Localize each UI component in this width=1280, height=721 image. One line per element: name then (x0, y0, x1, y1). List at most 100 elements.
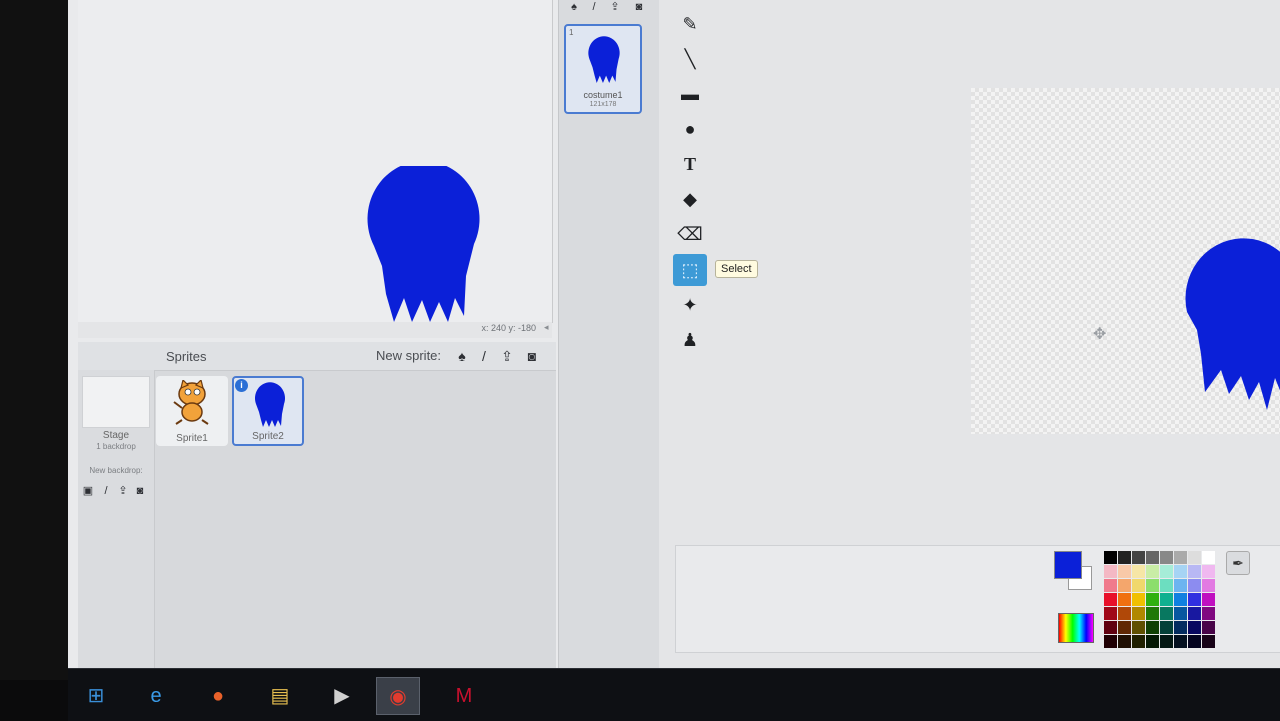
palette-color-swatch[interactable] (1160, 593, 1173, 606)
primary-color-swatch[interactable] (1054, 551, 1082, 579)
palette-color-swatch[interactable] (1132, 635, 1145, 648)
palette-color-swatch[interactable] (1146, 593, 1159, 606)
palette-color-swatch[interactable] (1146, 621, 1159, 634)
firefox-task[interactable]: ● (196, 677, 240, 715)
paint-costume-icon[interactable]: / (586, 0, 602, 14)
chrome-task[interactable]: ◉ (376, 677, 420, 715)
palette-color-swatch[interactable] (1132, 621, 1145, 634)
palette-color-swatch[interactable] (1188, 635, 1201, 648)
file-explorer-task[interactable]: ▤ (258, 677, 302, 715)
palette-color-swatch[interactable] (1118, 635, 1131, 648)
paint-canvas[interactable]: ✥ (971, 88, 1280, 434)
palette-color-swatch[interactable] (1146, 635, 1159, 648)
text-icon[interactable]: T (673, 148, 707, 180)
stamp-icon[interactable]: ♟ (673, 324, 707, 356)
palette-color-swatch[interactable] (1174, 551, 1187, 564)
palette-color-swatch[interactable] (1118, 579, 1131, 592)
stage[interactable] (78, 0, 553, 323)
palette-color-swatch[interactable] (1202, 593, 1215, 606)
camera-icon[interactable]: ◙ (523, 347, 541, 365)
palette-color-swatch[interactable] (1174, 621, 1187, 634)
palette-color-swatch[interactable] (1160, 565, 1173, 578)
palette-color-swatch[interactable] (1174, 607, 1187, 620)
line-icon[interactable]: ╲ (673, 43, 707, 75)
canvas-jellyfish[interactable] (1183, 234, 1280, 410)
palette-color-swatch[interactable] (1132, 579, 1145, 592)
costume-tile[interactable]: 1 costume1 121x178 (564, 24, 642, 114)
info-icon[interactable]: i (235, 379, 248, 392)
palette-color-swatch[interactable] (1202, 579, 1215, 592)
paint-backdrop-icon[interactable]: / (98, 484, 114, 498)
palette-color-swatch[interactable] (1146, 551, 1159, 564)
mcafee-task[interactable]: M (442, 677, 486, 715)
palette-color-swatch[interactable] (1104, 565, 1117, 578)
palette-color-swatch[interactable] (1202, 565, 1215, 578)
select-tooltip: Select (715, 260, 758, 278)
monitor-bezel (0, 0, 68, 680)
palette-color-swatch[interactable] (1202, 607, 1215, 620)
palette-color-swatch[interactable] (1174, 635, 1187, 648)
palette-color-swatch[interactable] (1132, 565, 1145, 578)
palette-color-swatch[interactable] (1132, 593, 1145, 606)
palette-color-swatch[interactable] (1146, 607, 1159, 620)
upload-backdrop-icon[interactable]: ⇪ (115, 484, 131, 498)
palette-color-swatch[interactable] (1160, 551, 1173, 564)
camera-backdrop-icon[interactable]: ◙ (132, 484, 148, 498)
palette-color-swatch[interactable] (1104, 621, 1117, 634)
palette-color-swatch[interactable] (1146, 565, 1159, 578)
fill-icon[interactable]: ◆ (673, 183, 707, 215)
camera-costume-icon[interactable]: ◙ (631, 0, 647, 14)
brush-icon[interactable]: ✎ (673, 8, 707, 40)
rectangle-icon[interactable]: ▬ (673, 78, 707, 110)
palette-color-swatch[interactable] (1188, 579, 1201, 592)
palette-color-swatch[interactable] (1118, 621, 1131, 634)
arrow-left-icon[interactable]: ◂ (544, 322, 552, 338)
paint-new-icon[interactable]: / (475, 347, 493, 365)
color-spectrum-button[interactable] (1058, 613, 1094, 643)
select-icon[interactable]: ⬚ (673, 254, 707, 286)
palette-color-swatch[interactable] (1188, 565, 1201, 578)
palette-color-swatch[interactable] (1174, 593, 1187, 606)
palette-color-swatch[interactable] (1202, 621, 1215, 634)
palette-color-swatch[interactable] (1132, 607, 1145, 620)
palette-color-swatch[interactable] (1202, 551, 1215, 564)
palette-color-swatch[interactable] (1174, 565, 1187, 578)
upload-icon[interactable]: ⇪ (498, 347, 516, 365)
palette-color-swatch[interactable] (1104, 579, 1117, 592)
palette-color-swatch[interactable] (1188, 551, 1201, 564)
eyedropper-icon[interactable]: ✒ (1226, 551, 1250, 575)
start-button[interactable]: ⊞ (74, 677, 118, 715)
select-remove-background-icon[interactable]: ✦ (673, 289, 707, 321)
palette-color-swatch[interactable] (1146, 579, 1159, 592)
palette-color-swatch[interactable] (1118, 565, 1131, 578)
palette-color-swatch[interactable] (1160, 635, 1173, 648)
palette-color-swatch[interactable] (1188, 607, 1201, 620)
palette-color-swatch[interactable] (1160, 621, 1173, 634)
media-player-task[interactable]: ▶ (320, 677, 364, 715)
palette-color-swatch[interactable] (1104, 607, 1117, 620)
palette-color-swatch[interactable] (1118, 551, 1131, 564)
palette-color-swatch[interactable] (1188, 621, 1201, 634)
palette-color-swatch[interactable] (1160, 607, 1173, 620)
costume-library-icon[interactable]: ♠ (566, 0, 582, 14)
palette-color-swatch[interactable] (1118, 593, 1131, 606)
palette-color-swatch[interactable] (1132, 551, 1145, 564)
palette-color-swatch[interactable] (1104, 551, 1117, 564)
palette-color-swatch[interactable] (1104, 593, 1117, 606)
internet-explorer-task[interactable]: e (134, 677, 178, 715)
backdrop-library-icon[interactable]: ▣ (80, 484, 96, 498)
palette-color-swatch[interactable] (1160, 579, 1173, 592)
eraser-icon[interactable]: ⌫ (673, 218, 707, 250)
palette-color-swatch[interactable] (1188, 593, 1201, 606)
palette-color-swatch[interactable] (1118, 607, 1131, 620)
sprite-tile-sprite1[interactable]: Sprite1 (156, 376, 228, 446)
palette-color-swatch[interactable] (1104, 635, 1117, 648)
ellipse-icon[interactable]: ● (673, 113, 707, 145)
sprite-tile-sprite2[interactable]: i Sprite2 (232, 376, 304, 446)
palette-color-swatch[interactable] (1202, 635, 1215, 648)
stage-sprite-jellyfish[interactable] (360, 166, 486, 324)
choose-from-library-icon[interactable]: ♠ (453, 347, 471, 365)
palette-color-swatch[interactable] (1174, 579, 1187, 592)
stage-thumbnail[interactable] (82, 376, 150, 428)
upload-costume-icon[interactable]: ⇪ (607, 0, 623, 14)
